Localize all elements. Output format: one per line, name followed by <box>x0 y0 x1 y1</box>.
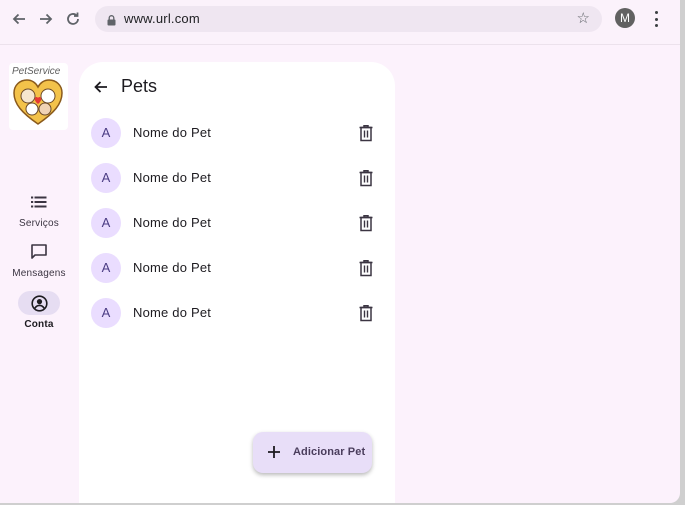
lock-icon <box>107 13 116 31</box>
app-logo: PetService <box>9 63 68 130</box>
browser-menu-icon[interactable] <box>651 9 661 29</box>
back-nav-icon[interactable] <box>7 7 31 31</box>
back-arrow-icon[interactable] <box>91 77 111 97</box>
delete-icon[interactable] <box>358 214 374 232</box>
pet-name: Nome do Pet <box>133 260 212 275</box>
profile-avatar[interactable]: M <box>615 8 635 28</box>
pet-list-item[interactable]: A Nome do Pet <box>79 111 395 156</box>
delete-icon[interactable] <box>358 169 374 187</box>
url-text: www.url.com <box>124 11 200 26</box>
pet-heart-logo-icon <box>13 79 63 125</box>
delete-icon[interactable] <box>358 124 374 142</box>
pet-name: Nome do Pet <box>133 170 212 185</box>
pet-list-item[interactable]: A Nome do Pet <box>79 201 395 246</box>
nav-conta[interactable]: Conta <box>0 291 78 330</box>
pet-avatar: A <box>91 298 121 328</box>
bookmark-star-icon[interactable]: ☆ <box>577 10 590 28</box>
forward-nav-icon[interactable] <box>34 7 58 31</box>
chat-icon <box>18 240 60 264</box>
browser-toolbar: www.url.com ☆ M <box>0 0 680 45</box>
browser-window: www.url.com ☆ M PetService Serviços Mens… <box>0 0 680 503</box>
pet-list-item[interactable]: A Nome do Pet <box>79 291 395 336</box>
pet-name: Nome do Pet <box>133 125 212 140</box>
add-pet-label: Adicionar Pet <box>293 446 366 458</box>
add-pet-button[interactable]: Adicionar Pet <box>253 432 372 473</box>
plus-icon <box>267 445 281 464</box>
reload-icon[interactable] <box>61 7 85 31</box>
pets-panel: Pets A Nome do Pet A Nome do Pet A Nome … <box>79 62 395 503</box>
logo-text: PetService <box>12 66 61 77</box>
pet-avatar: A <box>91 118 121 148</box>
nav-servicos-label: Serviços <box>19 218 59 229</box>
nav-mensagens-label: Mensagens <box>12 268 66 279</box>
pet-avatar: A <box>91 163 121 193</box>
page-title: Pets <box>121 76 158 96</box>
pet-list-item[interactable]: A Nome do Pet <box>79 156 395 201</box>
delete-icon[interactable] <box>358 304 374 322</box>
pet-list-item[interactable]: A Nome do Pet <box>79 246 395 291</box>
nav-mensagens[interactable]: Mensagens <box>0 240 78 279</box>
pet-avatar: A <box>91 253 121 283</box>
delete-icon[interactable] <box>358 259 374 277</box>
pet-name: Nome do Pet <box>133 215 212 230</box>
address-bar[interactable]: www.url.com ☆ <box>95 6 602 32</box>
pet-name: Nome do Pet <box>133 305 212 320</box>
list-icon <box>18 190 60 214</box>
nav-conta-label: Conta <box>24 319 54 330</box>
pet-avatar: A <box>91 208 121 238</box>
account-circle-icon <box>18 291 60 315</box>
nav-servicos[interactable]: Serviços <box>0 190 78 229</box>
